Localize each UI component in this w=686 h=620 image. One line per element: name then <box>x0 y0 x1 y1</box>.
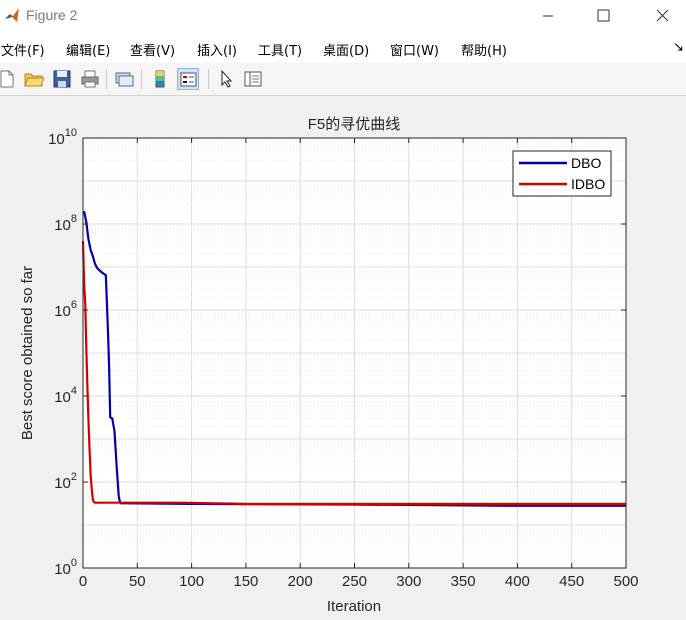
window-title: Figure 2 <box>26 7 78 23</box>
save-icon <box>53 70 71 88</box>
maximize-icon <box>597 9 610 22</box>
x-tick-label: 0 <box>79 573 87 590</box>
print-button[interactable] <box>79 68 101 90</box>
x-tick-label: 50 <box>129 573 146 590</box>
x-tick-label: 250 <box>342 573 367 590</box>
save-button[interactable] <box>51 68 73 90</box>
menu-file[interactable]: 文件(F) <box>1 40 45 59</box>
y-tick-label: 104 <box>54 385 77 406</box>
close-icon <box>656 9 669 22</box>
menu-bar: 文件(F) 编辑(E) 查看(V) 插入(I) 工具(T) 桌面(D) 窗口(W… <box>0 33 686 63</box>
pointer-arrow-icon <box>221 69 233 88</box>
y-tick-label: 1010 <box>48 127 77 148</box>
y-tick-label: 100 <box>54 557 77 578</box>
y-tick-label: 108 <box>54 213 77 234</box>
toolbar-separator <box>106 69 107 89</box>
x-tick-label: 500 <box>613 573 638 590</box>
menu-overflow-arrow[interactable]: ↘ <box>673 40 684 55</box>
edit-plot-button[interactable] <box>215 68 237 90</box>
x-tick-label: 450 <box>559 573 584 590</box>
legend-label-idbo: IDBO <box>571 176 605 192</box>
minimize-button[interactable] <box>525 0 571 33</box>
legend-label-dbo: DBO <box>571 155 601 171</box>
link-plot-icon <box>115 72 134 87</box>
menu-insert[interactable]: 插入(I) <box>197 40 237 59</box>
menu-window[interactable]: 窗口(W) <box>390 40 439 59</box>
x-tick-label: 300 <box>396 573 421 590</box>
title-bar: Figure 2 <box>0 0 686 33</box>
figure-canvas: 0 50 100 150 200 250 300 350 400 450 500 100 102 104 1… <box>0 96 686 616</box>
menu-view[interactable]: 查看(V) <box>130 40 175 59</box>
legend[interactable]: DBO IDBO <box>512 150 612 197</box>
property-inspector-button[interactable] <box>242 68 264 90</box>
property-inspector-icon <box>244 71 262 87</box>
colorbar-button[interactable] <box>149 68 171 90</box>
maximize-button[interactable] <box>580 0 626 33</box>
minimize-icon <box>543 15 553 17</box>
menu-edit[interactable]: 编辑(E) <box>66 40 110 59</box>
x-axis-label: Iteration <box>327 598 381 615</box>
chart-title: F5的寻优曲线 <box>308 116 401 133</box>
printer-icon <box>81 70 99 88</box>
legend-icon <box>180 72 197 87</box>
close-button[interactable] <box>640 0 686 33</box>
y-tick-label: 102 <box>54 471 77 492</box>
open-file-button[interactable] <box>23 68 45 90</box>
y-tick-label: 106 <box>54 299 77 320</box>
chart-area: 0 50 100 150 200 250 300 350 400 450 500 100 102 104 1… <box>19 116 639 615</box>
x-tick-label: 100 <box>179 573 204 590</box>
x-tick-label: 350 <box>451 573 476 590</box>
folder-icon <box>24 73 45 87</box>
matlab-icon <box>5 8 19 22</box>
link-plot-button[interactable] <box>113 68 135 90</box>
toolbar-separator <box>141 69 142 89</box>
menu-help[interactable]: 帮助(H) <box>461 40 507 59</box>
new-file-icon <box>0 70 14 88</box>
colorbar-icon <box>155 70 165 88</box>
x-tick-label: 150 <box>233 573 258 590</box>
y-axis-label: Best score obtained so far <box>19 266 36 440</box>
x-tick-label: 200 <box>288 573 313 590</box>
menu-desktop[interactable]: 桌面(D) <box>323 40 369 59</box>
toolbar-separator <box>208 69 209 89</box>
new-figure-button[interactable] <box>0 68 18 90</box>
menu-tools[interactable]: 工具(T) <box>258 40 302 59</box>
x-tick-label: 400 <box>505 573 530 590</box>
legend-button[interactable] <box>177 68 199 90</box>
toolbar <box>0 63 686 96</box>
